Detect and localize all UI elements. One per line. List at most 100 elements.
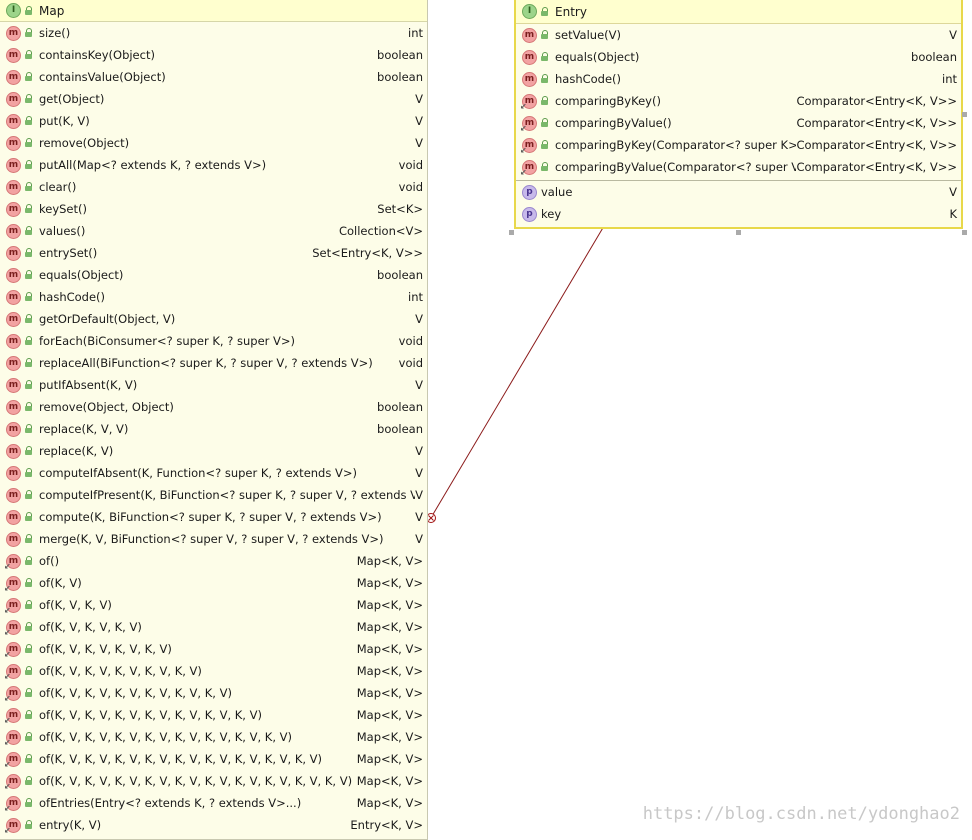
entry-interface-box[interactable]: I Entry m setValue(V) Vm equals(Object) bool… — [514, 0, 963, 229]
map-method-list: m size() int m containsKey(Object) boolean m co… — [0, 22, 427, 836]
method-row[interactable]: m equals(Object) boolean — [516, 46, 961, 68]
method-signature: remove(Object) — [39, 136, 130, 150]
static-method-icon: m ↙ — [4, 751, 21, 768]
static-arrow-icon: ↙ — [4, 627, 11, 637]
method-row[interactable]: m ↙ of(K, V) Map<K, V> — [0, 572, 427, 594]
method-row[interactable]: m ↙ comparingByKey(Comparator<? super K>) C… — [516, 134, 961, 156]
method-row[interactable]: m forEach(BiConsumer<? super K, ? super V… — [0, 330, 427, 352]
method-row[interactable]: m replaceAll(BiFunction<? super K, ? supe… — [0, 352, 427, 374]
entry-header[interactable]: I Entry — [516, 0, 961, 24]
return-type: V — [415, 136, 423, 150]
method-row[interactable]: m entrySet() Set<Entry<K, V>> — [0, 242, 427, 264]
method-row[interactable]: m ↙ of(K, V, K, V, K, V, K, V, K, V, K, V,… — [0, 726, 427, 748]
resize-handle[interactable] — [962, 230, 967, 235]
return-type: V — [415, 114, 423, 128]
resize-handle[interactable] — [509, 230, 514, 235]
static-method-icon: m ↙ — [4, 795, 21, 812]
return-type: boolean — [377, 70, 423, 84]
public-lock-icon — [541, 52, 549, 62]
static-arrow-icon: ↙ — [520, 167, 527, 177]
resize-handle[interactable] — [736, 230, 741, 235]
method-row[interactable]: m get(Object) V — [0, 88, 427, 110]
method-row[interactable]: m merge(K, V, BiFunction<? super V, ? sup… — [0, 528, 427, 550]
method-row[interactable]: m size() int — [0, 22, 427, 44]
method-row[interactable]: m ↙ entry(K, V) Entry<K, V> — [0, 814, 427, 836]
method-signature: containsKey(Object) — [39, 48, 155, 62]
return-type: void — [398, 356, 423, 370]
map-interface-box[interactable]: I Map m size() int m containsKey(Object) bool… — [0, 0, 428, 840]
method-row[interactable]: m replace(K, V) V — [0, 440, 427, 462]
public-lock-icon — [25, 270, 33, 280]
method-row[interactable]: m hashCode() int — [0, 286, 427, 308]
method-row[interactable]: m ↙ of(K, V, K, V, K, V, K, V, K, V, K, V,… — [0, 770, 427, 792]
method-row[interactable]: m ↙ of(K, V, K, V, K, V, K, V, K, V, K, V,… — [0, 704, 427, 726]
method-row[interactable]: m equals(Object) boolean — [0, 264, 427, 286]
method-row[interactable]: m ↙ of(K, V, K, V) Map<K, V> — [0, 594, 427, 616]
method-signature: comparingByValue() — [555, 116, 672, 130]
public-lock-icon — [25, 94, 33, 104]
method-signature: containsValue(Object) — [39, 70, 166, 84]
method-row[interactable]: m ↙ of(K, V, K, V, K, V, K, V, K, V) Map<K,… — [0, 660, 427, 682]
method-row[interactable]: m getOrDefault(Object, V) V — [0, 308, 427, 330]
method-row[interactable]: m ↙ of() Map<K, V> — [0, 550, 427, 572]
method-row[interactable]: m ↙ ofEntries(Entry<? extends K, ? extends… — [0, 792, 427, 814]
method-signature: ofEntries(Entry<? extends K, ? extends V… — [39, 796, 302, 810]
field-row[interactable]: p value V — [516, 181, 961, 203]
method-signature: merge(K, V, BiFunction<? super V, ? supe… — [39, 532, 384, 546]
method-row[interactable]: m computeIfAbsent(K, Function<? super K, … — [0, 462, 427, 484]
static-method-icon: m ↙ — [4, 597, 21, 614]
public-lock-icon — [25, 358, 33, 368]
method-row[interactable]: m compute(K, BiFunction<? super K, ? supe… — [0, 506, 427, 528]
method-row[interactable]: m putIfAbsent(K, V) V — [0, 374, 427, 396]
return-type: Map<K, V> — [356, 554, 423, 568]
method-row[interactable]: m containsKey(Object) boolean — [0, 44, 427, 66]
method-row[interactable]: m clear() void — [0, 176, 427, 198]
static-method-icon: m ↙ — [4, 773, 21, 790]
method-row[interactable]: m replace(K, V, V) boolean — [0, 418, 427, 440]
method-row[interactable]: m putAll(Map<? extends K, ? extends V>) vo… — [0, 154, 427, 176]
method-row[interactable]: m values() Collection<V> — [0, 220, 427, 242]
method-signature: clear() — [39, 180, 77, 194]
method-row[interactable]: m ↙ of(K, V, K, V, K, V, K, V, K, V, K, V,… — [0, 748, 427, 770]
entry-field-list: p value Vp key K — [516, 180, 961, 225]
method-row[interactable]: m ↙ comparingByValue(Comparator<? super V>… — [516, 156, 961, 178]
public-lock-icon — [25, 292, 33, 302]
method-icon: m — [522, 71, 537, 87]
return-type: Map<K, V> — [356, 620, 423, 634]
method-signature: remove(Object, Object) — [39, 400, 174, 414]
resize-handle[interactable] — [962, 112, 967, 117]
method-signature: of(K, V, K, V, K, V, K, V, K, V, K, V, K… — [39, 752, 323, 766]
method-row[interactable]: m computeIfPresent(K, BiFunction<? super … — [0, 484, 427, 506]
method-signature: forEach(BiConsumer<? super K, ? super V>… — [39, 334, 296, 348]
public-lock-icon — [25, 820, 33, 830]
method-row[interactable]: m remove(Object) V — [0, 132, 427, 154]
method-row[interactable]: m keySet() Set<K> — [0, 198, 427, 220]
public-lock-icon — [541, 118, 549, 128]
method-row[interactable]: m remove(Object, Object) boolean — [0, 396, 427, 418]
entry-title: Entry — [555, 4, 587, 19]
return-type: Map<K, V> — [356, 752, 423, 766]
map-header[interactable]: I Map — [0, 0, 427, 22]
method-row[interactable]: m ↙ comparingByKey() Comparator<Entry<K, V>… — [516, 90, 961, 112]
field-row[interactable]: p key K — [516, 203, 961, 225]
property-icon: p — [522, 206, 537, 222]
method-row[interactable]: m ↙ of(K, V, K, V, K, V) Map<K, V> — [0, 616, 427, 638]
public-lock-icon — [25, 666, 33, 676]
return-type: V — [415, 510, 423, 524]
method-row[interactable]: m setValue(V) V — [516, 24, 961, 46]
method-icon: m — [522, 27, 537, 43]
method-row[interactable]: m hashCode() int — [516, 68, 961, 90]
method-row[interactable]: m ↙ of(K, V, K, V, K, V, K, V) Map<K, V> — [0, 638, 427, 660]
method-row[interactable]: m containsValue(Object) boolean — [0, 66, 427, 88]
method-signature: of(K, V, K, V, K, V, K, V, K, V, K, V, K… — [39, 708, 262, 722]
field-type: K — [949, 207, 957, 221]
static-method-icon: m ↙ — [4, 817, 21, 834]
map-title: Map — [39, 3, 65, 18]
public-lock-icon — [25, 28, 33, 38]
method-row[interactable]: m put(K, V) V — [0, 110, 427, 132]
method-icon: m — [6, 355, 21, 371]
method-row[interactable]: m ↙ of(K, V, K, V, K, V, K, V, K, V, K, V)… — [0, 682, 427, 704]
static-method-icon: m ↙ — [520, 115, 537, 132]
method-row[interactable]: m ↙ comparingByValue() Comparator<Entry<K, … — [516, 112, 961, 134]
method-signature: comparingByValue(Comparator<? super V>) — [555, 160, 797, 174]
